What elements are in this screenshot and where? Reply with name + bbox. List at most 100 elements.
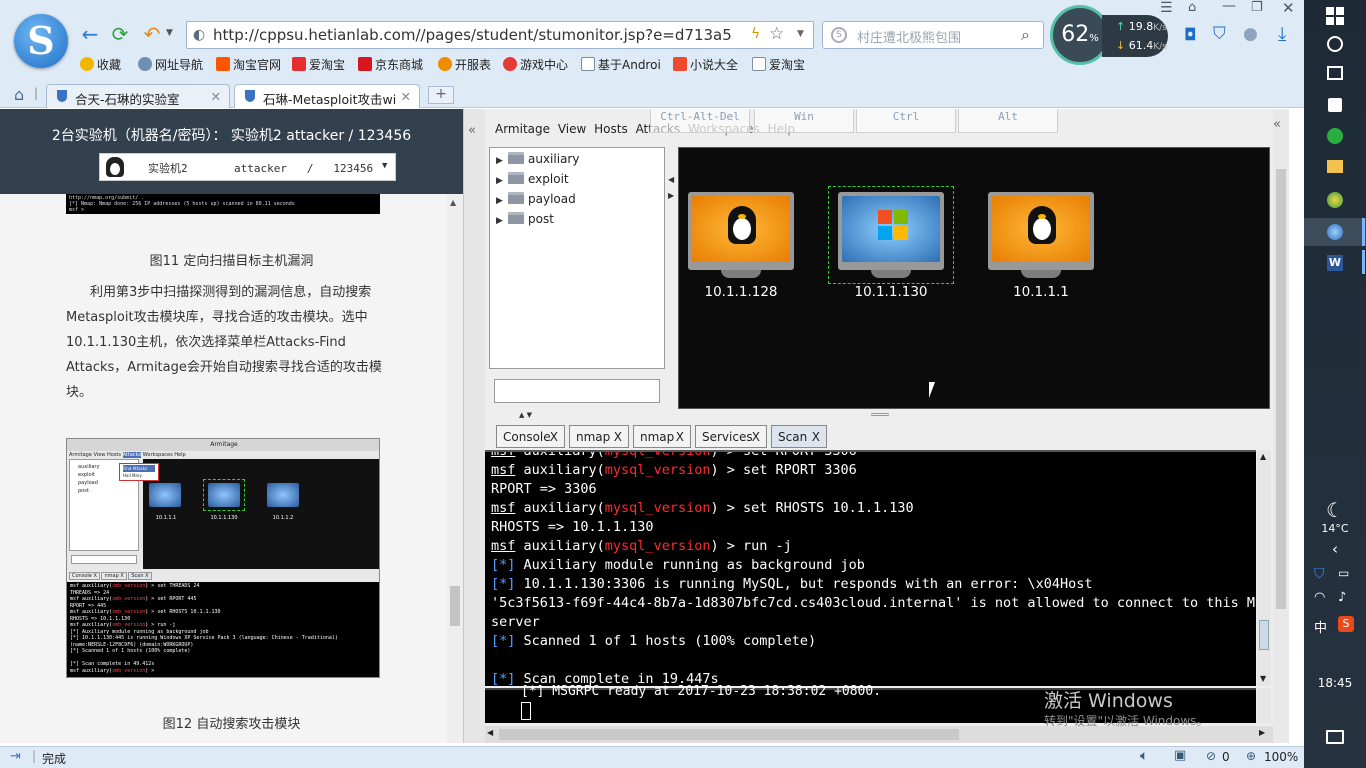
refresh-icon[interactable]: ⟳ [108,22,132,46]
task-view-icon[interactable] [1327,66,1343,80]
speaker-icon[interactable]: ♪ [1338,590,1346,605]
alt-key[interactable]: Alt [958,109,1058,133]
skin-icon[interactable]: ⌂ [1188,0,1196,15]
close-tab-icon[interactable]: X [676,430,684,444]
search-engine-icon[interactable]: S [831,27,847,43]
tree-node-auxiliary[interactable]: ▶ auxiliary [496,152,579,170]
close-tab-icon[interactable]: X [812,430,820,444]
new-tab-button[interactable]: + [428,86,454,104]
menu-armitage[interactable]: Armitage [495,122,550,136]
tab-nmap[interactable]: nmap X [569,425,629,448]
close-tab-icon[interactable]: ✕ [401,89,411,104]
restore-icon[interactable]: ❐ [1251,0,1263,15]
moon-weather-icon[interactable]: ☾ [1304,498,1366,522]
search-icon[interactable]: ⌕ [1021,25,1030,45]
ime-indicator[interactable]: 中 [1314,617,1327,636]
bookmark-item[interactable]: 淘宝官网 [216,56,281,73]
vertical-scrollbar[interactable]: « [1273,109,1289,743]
browser-360-icon[interactable] [1327,192,1343,208]
url-dropdown-icon[interactable]: ▼ [797,29,804,39]
lightning-icon[interactable]: ϟ [751,26,760,42]
search-box[interactable]: S 村庄遭北极熊包围 ⌕ [822,21,1044,49]
tab-scan[interactable]: Scan X [771,425,827,448]
splitter-arrow-icon[interactable]: ▶ [668,191,674,200]
shield-tray-icon[interactable]: ⛉ [1314,566,1325,582]
bookmark-item[interactable]: 收藏 [80,56,121,73]
volume-icon[interactable]: 🔈︎ [1140,748,1148,764]
download-icon[interactable]: ⤓ [1278,23,1286,45]
close-tab-icon[interactable]: X [752,430,760,444]
ctrl-alt-del-key[interactable]: Ctrl-Alt-Del [650,109,750,133]
store-icon[interactable] [1328,98,1342,112]
browser-logo-icon[interactable] [14,14,68,68]
search-placeholder[interactable]: 村庄遭北极熊包围 [857,27,961,46]
star-icon[interactable]: ☆ [769,24,784,44]
close-tab-icon[interactable]: ✕ [211,89,221,104]
tab-nmap[interactable]: nmap X [633,425,691,448]
tab-list-icon[interactable]: | [34,86,38,100]
zoom-level[interactable]: 100% [1264,750,1298,764]
app-store-icon[interactable]: ◘ [1184,25,1197,44]
ad-block-icon[interactable]: ⊘ [1206,749,1216,763]
ctrl-key[interactable]: Ctrl [856,109,956,133]
pane-splitter[interactable]: « [463,109,485,743]
divider-arrows-icon[interactable]: ▲ ▼ [519,411,532,419]
bookmark-item[interactable]: 爱淘宝 [292,56,345,73]
sogou-browser-icon[interactable] [1327,224,1343,240]
close-tab-icon[interactable]: X [614,430,622,444]
left-scroll-thumb[interactable] [450,586,460,626]
divider-grip[interactable] [871,413,889,416]
host-10-1-1-128[interactable]: 10.1.1.128 [688,192,794,302]
tree-node-post[interactable]: ▶ post [496,212,554,230]
bookmark-item[interactable]: 爱淘宝 [752,56,805,73]
wifi-icon[interactable]: ◠ [1314,590,1325,605]
network-speed-widget[interactable]: 62% ↑ 19.8K/s ↓ 61.4K/s [1050,5,1168,65]
bookmark-item[interactable]: 游戏中心 [503,56,568,73]
console2-scrollbar[interactable] [1257,688,1271,723]
win-key[interactable]: Win [754,109,854,133]
back-arrow-icon[interactable]: ← [78,22,102,46]
chevron-left-icon[interactable]: ‹ [1304,540,1366,558]
address-bar[interactable]: ◐ http://cppsu.hetianlab.com//pages/stud… [186,21,814,49]
windows-start-icon[interactable] [1325,6,1345,26]
v-scroll-thumb[interactable] [1276,169,1286,609]
module-search-input[interactable] [494,379,660,403]
device-icon[interactable]: ▣ [1174,748,1186,763]
close-window-icon[interactable]: ✕ [1282,0,1295,17]
home-icon[interactable]: ⌂ [14,85,24,104]
tab-metasploit[interactable]: 石琳-Metasploit攻击wi ✕ [234,84,420,108]
console-scrollbar[interactable]: ▲ ▼ [1257,450,1271,686]
bookmark-item[interactable]: 开服表 [438,56,491,73]
minimize-icon[interactable]: — [1222,0,1236,14]
undo-dropdown-icon[interactable]: ▼ [166,28,173,38]
bookmark-item[interactable]: 基于Androi [581,56,661,73]
more-icon[interactable]: ● [1243,24,1258,44]
notification-icon[interactable] [1326,730,1344,744]
clock-time[interactable]: 18:45 [1304,676,1366,690]
bookmark-item[interactable]: 京东商城 [358,56,423,73]
battery-icon[interactable]: ▭ [1338,566,1349,580]
tab-services[interactable]: Services X [695,425,767,448]
shield-icon[interactable]: ⛉ [1213,24,1226,44]
bookmark-item[interactable]: 小说大全 [673,56,738,73]
tree-node-payload[interactable]: ▶ payload [496,192,576,210]
undo-icon[interactable]: ↶ [140,22,164,46]
bookmark-item[interactable]: 网址导航 [138,56,203,73]
menu-hosts[interactable]: Hosts [594,122,628,136]
left-scrollbar[interactable]: ▲ [447,194,463,743]
console-scroll-thumb[interactable] [1259,620,1269,650]
file-explorer-icon[interactable] [1327,160,1343,173]
tab-lab-home[interactable]: 合天-石琳的实验室 ✕ [46,84,230,108]
tab-console[interactable]: Console X [496,425,565,448]
collapse-right-icon[interactable]: « [1273,117,1281,132]
sogou-ime-icon[interactable]: S [1338,616,1354,632]
host-10-1-1-1[interactable]: 10.1.1.1 [988,192,1094,302]
splitter-arrow-icon[interactable]: ◀ [668,175,674,184]
close-tab-icon[interactable]: X [550,430,558,444]
cortana-icon[interactable] [1327,36,1343,52]
vm-select[interactable]: 实验机2 attacker / 123456 ▼ [99,153,396,181]
menu-icon[interactable]: ☰ [1160,0,1173,16]
collapse-left-icon[interactable]: « [468,123,476,138]
menu-view[interactable]: View [558,122,586,136]
address-text[interactable]: http://cppsu.hetianlab.com//pages/studen… [213,26,733,44]
